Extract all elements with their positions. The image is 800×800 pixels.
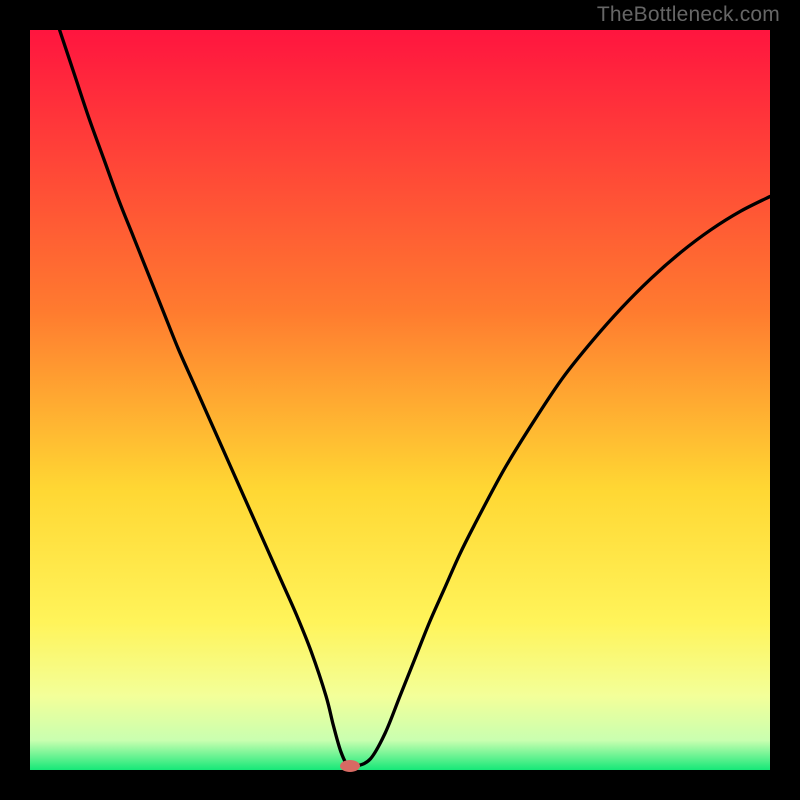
watermark-text: TheBottleneck.com	[597, 3, 780, 27]
chart-frame: TheBottleneck.com	[0, 0, 800, 800]
plot-area	[30, 30, 770, 770]
minimum-marker-icon	[340, 760, 360, 772]
bottleneck-curve	[30, 30, 770, 770]
